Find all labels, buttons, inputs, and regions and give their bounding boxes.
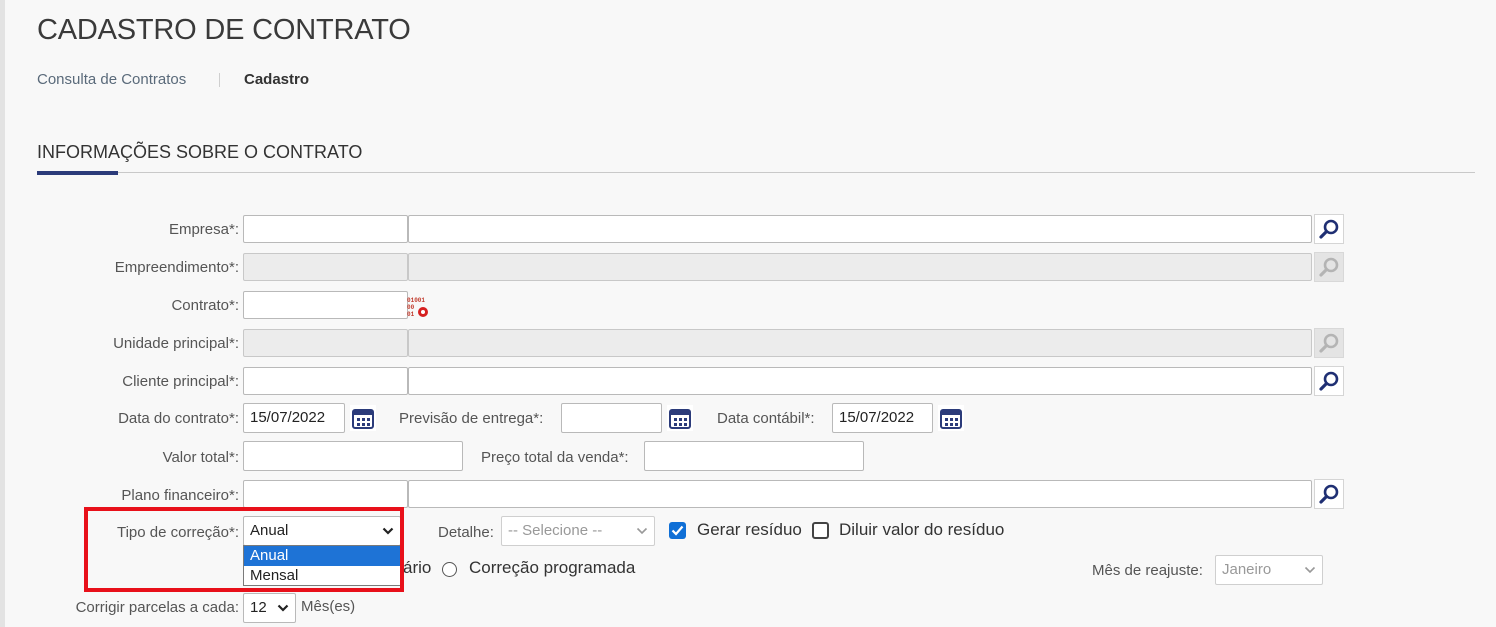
valor-total-input[interactable]: [243, 441, 463, 471]
magnifier-icon: [1319, 371, 1339, 391]
previsao-entrega-label: Previsão de entrega*:: [399, 410, 544, 427]
generate-code-icon[interactable]: 01001 00 01: [405, 295, 433, 323]
diluir-residuo-checkbox[interactable]: [812, 522, 829, 539]
cliente-principal-search-button[interactable]: [1314, 366, 1344, 396]
detalhe-select[interactable]: -- Selecione --: [501, 516, 655, 546]
contrato-input[interactable]: [243, 291, 408, 319]
unidade-principal-code-input[interactable]: [243, 329, 408, 357]
corrigir-parcelas-unit: Mês(es): [301, 598, 356, 615]
empresa-name-input[interactable]: [408, 215, 1312, 243]
breadcrumb-current: Cadastro: [244, 71, 310, 88]
mes-reajuste-select[interactable]: Janeiro: [1215, 555, 1323, 585]
empresa-label: Empresa*:: [168, 221, 239, 238]
contrato-label: Contrato*:: [171, 297, 239, 314]
breadcrumb-link[interactable]: Consulta de Contratos: [37, 71, 186, 88]
cliente-principal-name-input[interactable]: [408, 367, 1312, 395]
corrigir-parcelas-value: 12: [250, 599, 267, 616]
unidade-principal-label: Unidade principal*:: [113, 335, 239, 352]
svg-text:01001: 01001: [407, 297, 425, 304]
radio-option-label-partial: ário: [403, 558, 432, 577]
gerar-residuo-label: Gerar resíduo: [697, 520, 802, 539]
plano-financeiro-code-input[interactable]: [243, 480, 408, 508]
magnifier-icon: [1319, 333, 1339, 353]
empreendimento-code-input[interactable]: [243, 253, 408, 281]
valor-total-label: Valor total*:: [162, 449, 239, 466]
svg-text:01: 01: [407, 311, 415, 318]
corrigir-parcelas-select[interactable]: 12: [243, 593, 296, 623]
data-contrato-input[interactable]: 15/07/2022: [243, 403, 345, 433]
chevron-down-icon: [636, 527, 648, 535]
empresa-code-input[interactable]: [243, 215, 408, 243]
diluir-residuo-label: Diluir valor do resíduo: [839, 520, 1005, 539]
detalhe-placeholder: -- Selecione --: [508, 522, 603, 539]
breadcrumb-separator: [219, 73, 220, 87]
mes-reajuste-value: Janeiro: [1222, 561, 1272, 578]
empreendimento-label: Empreendimento*:: [114, 259, 239, 276]
calendar-icon[interactable]: [350, 405, 376, 431]
cliente-principal-code-input[interactable]: [243, 367, 408, 395]
magnifier-icon: [1319, 484, 1339, 504]
section-accent-bar: [37, 171, 118, 175]
plano-financeiro-search-button[interactable]: [1314, 479, 1344, 509]
checkmark-icon: [671, 525, 684, 536]
preco-total-venda-input[interactable]: [644, 441, 864, 471]
plano-financeiro-label: Plano financeiro*:: [121, 487, 239, 504]
correcao-programada-label: Correção programada: [469, 558, 636, 577]
empreendimento-name-input[interactable]: [408, 253, 1312, 281]
detalhe-label: Detalhe:: [438, 524, 494, 541]
cliente-principal-label: Cliente principal*:: [122, 373, 239, 390]
section-title: INFORMAÇÕES SOBRE O CONTRATO: [37, 142, 363, 162]
previsao-entrega-input[interactable]: [561, 403, 662, 433]
correcao-programada-radio[interactable]: [442, 562, 457, 577]
chevron-down-icon: [1304, 566, 1316, 574]
annotation-highlight-box: [84, 507, 404, 592]
mes-reajuste-label: Mês de reajuste:: [1092, 562, 1203, 579]
preco-total-venda-label: Preço total da venda*:: [481, 449, 629, 466]
gerar-residuo-checkbox[interactable]: [669, 522, 686, 539]
magnifier-icon: [1319, 219, 1339, 239]
data-contabil-input[interactable]: 15/07/2022: [832, 403, 933, 433]
calendar-icon[interactable]: [938, 405, 964, 431]
section-divider: [37, 172, 1475, 173]
data-contrato-label: Data do contrato*:: [118, 410, 239, 427]
unidade-principal-name-input[interactable]: [408, 329, 1312, 357]
svg-text:00: 00: [407, 304, 415, 311]
calendar-icon[interactable]: [667, 405, 693, 431]
left-edge-bar: [0, 0, 5, 627]
corrigir-parcelas-label: Corrigir parcelas a cada:: [75, 599, 239, 616]
plano-financeiro-name-input[interactable]: [408, 480, 1312, 508]
empreendimento-search-button[interactable]: [1314, 252, 1344, 282]
magnifier-icon: [1319, 257, 1339, 277]
empresa-search-button[interactable]: [1314, 214, 1344, 244]
page-title: CADASTRO DE CONTRATO: [37, 14, 411, 46]
data-contabil-label: Data contábil*:: [717, 410, 815, 427]
unidade-principal-search-button[interactable]: [1314, 328, 1344, 358]
chevron-down-icon: [277, 604, 289, 612]
